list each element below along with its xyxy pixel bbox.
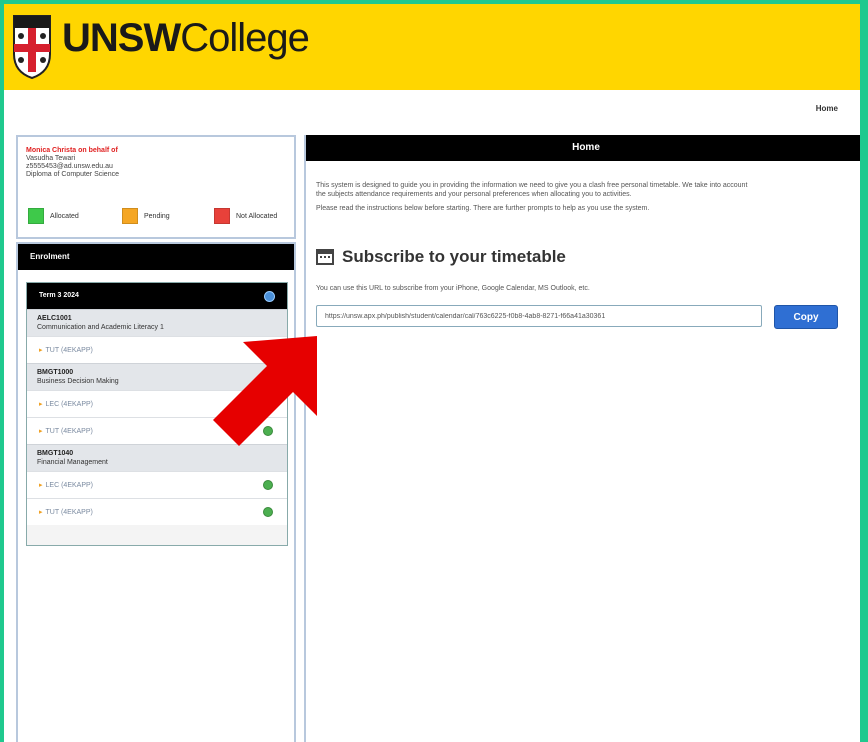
course-code: AELC1001	[37, 315, 72, 322]
subscribe-url-field[interactable]	[316, 305, 762, 327]
copy-button[interactable]: Copy	[774, 305, 838, 329]
main-content: Home This system is designed to guide yo…	[304, 135, 860, 742]
legend-allocated: Allocated	[28, 208, 79, 224]
activity-note: (4EKAPP)	[61, 401, 93, 408]
bullet-icon: ▸	[39, 347, 43, 354]
pending-swatch	[122, 208, 138, 224]
bullet-icon: ▸	[39, 401, 43, 408]
subscribe-description: You can use this URL to subscribe from y…	[316, 285, 590, 292]
legend-pending: Pending	[122, 208, 170, 224]
calendar-icon	[316, 249, 334, 265]
header-banner: UNSWCollege	[4, 4, 860, 90]
allocation-legend: Allocated Pending Not Allocated	[28, 208, 290, 226]
subscribe-title: Subscribe to your timetable	[342, 247, 566, 266]
brand-name-light: College	[180, 16, 310, 60]
unsw-crest-icon	[13, 15, 51, 80]
activity-note: (4EKAPP)	[61, 482, 93, 489]
app-frame: UNSWCollege Home Monica Christa on behal…	[4, 4, 860, 742]
legend-label: Allocated	[50, 212, 79, 220]
acting-as-text: Monica Christa on behalf of	[26, 147, 118, 154]
enrolment-panel: Enrolment Term 3 2024 AELC1001 Communica…	[16, 242, 296, 742]
allocated-status-icon	[263, 507, 273, 517]
collapse-toggle-icon[interactable]	[264, 291, 275, 302]
brand-logo-text: UNSWCollege	[62, 16, 310, 61]
allocated-status-icon	[263, 480, 273, 490]
term-label: Term 3 2024	[39, 292, 79, 299]
user-email: z5555453@ad.unsw.edu.au	[26, 163, 113, 170]
intro-line: the subjects attendance requirements and…	[316, 191, 632, 198]
instructions-text: Please read the instructions below befor…	[316, 205, 650, 212]
user-name: Vasudha Tewari	[26, 155, 76, 162]
activity-note: (4EKAPP)	[60, 509, 93, 516]
bullet-icon: ▸	[39, 509, 43, 516]
course-name: Financial Management	[37, 459, 108, 466]
activity-note: (4EKAPP)	[60, 428, 93, 435]
intro-text: This system is designed to guide you in …	[306, 161, 860, 199]
user-info-panel: Monica Christa on behalf of Vasudha Tewa…	[16, 135, 296, 239]
activity-row[interactable]: ▸ LEC (4EKAPP)	[27, 471, 287, 498]
allocated-swatch	[28, 208, 44, 224]
activity-note: (4EKAPP)	[60, 347, 93, 354]
term-header[interactable]: Term 3 2024	[27, 283, 287, 309]
enrolment-header: Enrolment	[18, 244, 294, 270]
activity-type: LEC	[45, 401, 60, 408]
bullet-icon: ▸	[39, 482, 43, 489]
bullet-icon: ▸	[39, 428, 43, 435]
nav-home-link[interactable]: Home	[816, 104, 838, 113]
activity-type: TUT	[45, 509, 59, 516]
page-title: Home	[306, 135, 860, 161]
legend-label: Pending	[144, 212, 170, 220]
not-allocated-swatch	[214, 208, 230, 224]
legend-label: Not Allocated	[236, 212, 278, 220]
user-program: Diploma of Computer Science	[26, 171, 119, 178]
activity-type: TUT	[45, 428, 59, 435]
legend-not-allocated: Not Allocated	[214, 208, 277, 224]
activity-row[interactable]: ▸ TUT (4EKAPP)	[27, 498, 287, 525]
brand-name-bold: UNSW	[62, 16, 181, 60]
course-code: BMGT1040	[37, 450, 74, 457]
subscribe-heading: Subscribe to your timetable	[316, 247, 566, 267]
red-arrow-icon	[213, 336, 317, 446]
intro-line: This system is designed to guide you in …	[316, 182, 748, 189]
activity-type: TUT	[45, 347, 59, 354]
activity-type: LEC	[45, 482, 60, 489]
